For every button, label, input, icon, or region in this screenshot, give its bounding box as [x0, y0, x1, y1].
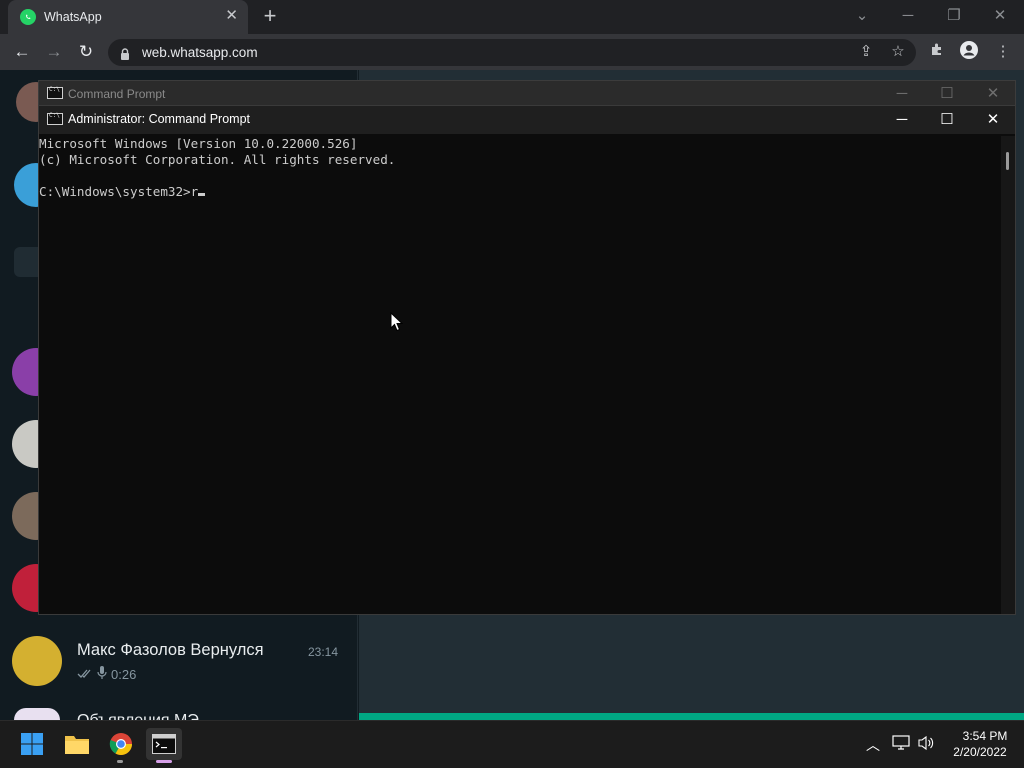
background-cmd-window[interactable]	[38, 80, 1016, 108]
chrome-icon	[109, 733, 132, 755]
console-output[interactable]: Microsoft Windows [Version 10.0.22000.52…	[39, 136, 999, 200]
chat-name[interactable]: Объявления МЭ	[77, 712, 199, 720]
whatsapp-progress-bar	[359, 713, 1024, 720]
extensions-icon[interactable]	[926, 41, 948, 63]
text-cursor	[198, 193, 206, 196]
back-button[interactable]: ←	[10, 40, 34, 64]
cmd-taskbar-button[interactable]	[146, 728, 182, 760]
tab-close-button[interactable]: ✕	[225, 8, 238, 24]
whatsapp-icon	[20, 9, 36, 25]
cmd-icon	[47, 112, 63, 125]
minimize-button[interactable]: ─	[882, 108, 922, 132]
share-icon[interactable]: ⇪	[855, 41, 877, 63]
clock-time[interactable]: 3:54 PM	[955, 729, 1015, 743]
forward-button[interactable]: →	[42, 40, 66, 64]
console-line: Microsoft Windows [Version 10.0.22000.52…	[39, 136, 358, 151]
console-line: (c) Microsoft Corporation. All rights re…	[39, 152, 396, 167]
minimize-button[interactable]: ─	[882, 82, 922, 106]
chat-preview: 0:26	[77, 666, 136, 682]
close-window-button[interactable]: ✕	[986, 4, 1014, 28]
avatar[interactable]	[14, 708, 60, 720]
clock-date[interactable]: 2/20/2022	[948, 745, 1012, 759]
cmd-title: Administrator: Command Prompt	[68, 112, 251, 126]
windows-logo-icon	[21, 733, 43, 755]
double-check-icon	[77, 667, 93, 682]
cmd-active-indicator	[156, 760, 172, 763]
profile-icon[interactable]	[958, 41, 980, 63]
bookmark-star-icon[interactable]: ☆	[887, 41, 909, 63]
console-prompt: C:\Windows\system32>r	[39, 184, 199, 199]
chrome-button[interactable]	[103, 728, 139, 760]
url-text: web.whatsapp.com	[142, 45, 258, 60]
reload-button[interactable]: ↻	[74, 40, 98, 64]
start-button[interactable]	[14, 728, 50, 760]
chat-name[interactable]: Макс Фазолов Вернулся	[77, 641, 264, 660]
chat-time: 23:14	[308, 645, 339, 659]
browser-menu-icon[interactable]: ⋮	[992, 41, 1014, 63]
address-bar[interactable]: web.whatsapp.com	[108, 39, 916, 66]
lock-icon	[120, 47, 130, 60]
folder-icon	[65, 736, 89, 754]
close-button[interactable]: ✕	[973, 108, 1013, 132]
chevron-up-icon[interactable]: ︿	[863, 735, 883, 755]
background-cmd-title: Command Prompt	[68, 87, 166, 101]
cmd-icon	[47, 86, 63, 99]
volume-icon[interactable]	[916, 735, 936, 755]
avatar[interactable]	[12, 636, 62, 686]
voice-duration: 0:26	[111, 666, 137, 682]
network-icon[interactable]	[891, 735, 911, 755]
tab-whatsapp[interactable]: WhatsApp ✕	[8, 0, 248, 34]
minimize-button[interactable]: ─	[894, 4, 922, 28]
tab-title: WhatsApp	[44, 10, 102, 24]
mouse-pointer-icon	[390, 311, 404, 332]
maximize-button[interactable]: ☐	[927, 82, 967, 106]
file-explorer-button[interactable]	[59, 728, 95, 760]
microphone-icon	[97, 666, 107, 682]
new-tab-button[interactable]: +	[258, 5, 282, 29]
maximize-button[interactable]: ☐	[927, 108, 967, 132]
tab-search-icon[interactable]: ⌄	[848, 4, 876, 28]
scrollbar[interactable]	[1001, 136, 1015, 614]
scrollbar-thumb[interactable]	[1006, 152, 1009, 170]
console-prompt-line[interactable]: C:\Windows\system32>r	[39, 184, 999, 200]
restore-button[interactable]: ❐	[940, 4, 968, 28]
terminal-icon	[152, 734, 176, 754]
chrome-running-indicator	[117, 760, 123, 763]
close-button[interactable]: ✕	[973, 82, 1013, 106]
